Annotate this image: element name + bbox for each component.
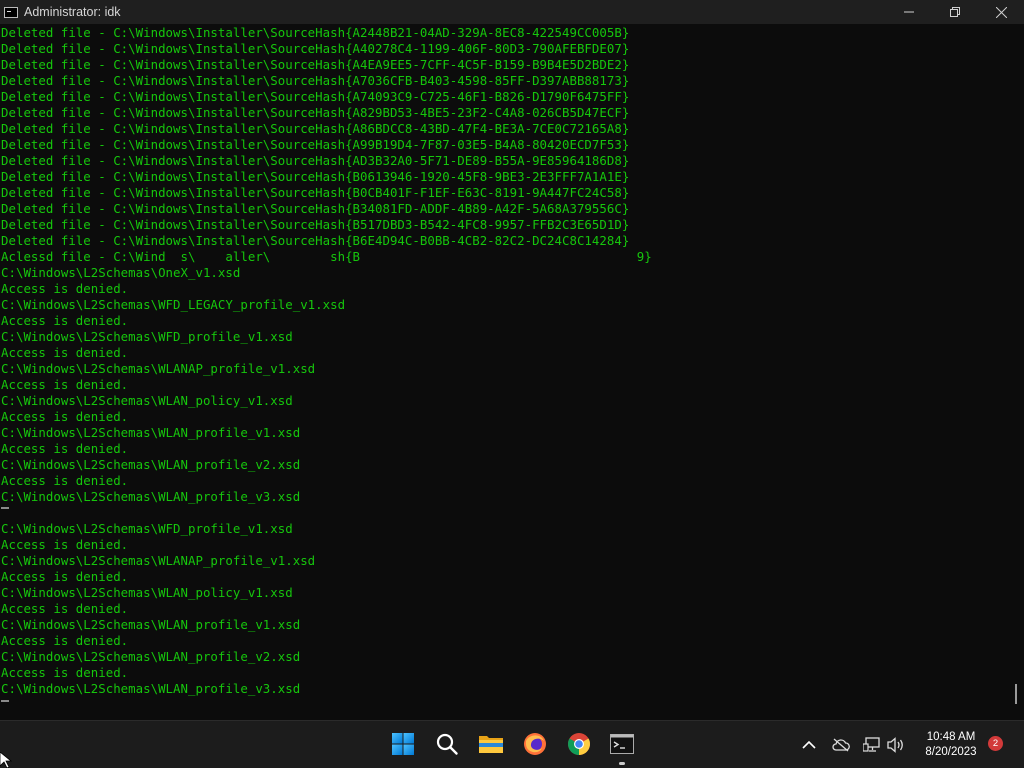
console-line: Access is denied. — [1, 537, 129, 552]
console-line: Deleted file - C:\Windows\Installer\Sour… — [1, 41, 630, 56]
terminal-icon[interactable] — [608, 730, 636, 758]
text-cursor — [1, 507, 9, 509]
text-cursor — [1, 700, 9, 702]
notification-badge[interactable]: 2 — [988, 736, 1003, 751]
minimize-icon — [904, 11, 914, 13]
console-line: Access is denied. — [1, 441, 129, 456]
console-line: C:\Windows\L2Schemas\WFD_profile_v1.xsd — [1, 329, 293, 344]
console-line: Deleted file - C:\Windows\Installer\Sour… — [1, 153, 630, 168]
console-line: Deleted file - C:\Windows\Installer\Sour… — [1, 185, 630, 200]
console-output[interactable]: Deleted file - C:\Windows\Installer\Sour… — [0, 24, 1014, 720]
mouse-cursor-icon — [0, 752, 12, 768]
console-line: Access is denied. — [1, 409, 129, 424]
taskbar: 10:48 AM 8/20/2023 — [0, 720, 1024, 768]
network-icon[interactable] — [862, 735, 882, 755]
console-line: C:\Windows\L2Schemas\WLAN_profile_v3.xsd — [1, 681, 301, 696]
console-line: Access is denied. — [1, 601, 129, 616]
console-app-icon[interactable] — [4, 6, 18, 18]
clock-date: 8/20/2023 — [925, 746, 977, 758]
console-line: Access is denied. — [1, 345, 129, 360]
console-line: Deleted file - C:\Windows\Installer\Sour… — [1, 137, 630, 152]
console-line: Deleted file - C:\Windows\Installer\Sour… — [1, 201, 630, 216]
console-line: Access is denied. — [1, 665, 129, 680]
console-line: C:\Windows\L2Schemas\OneX_v1.xsd — [1, 265, 241, 280]
clock-time: 10:48 AM — [926, 731, 976, 743]
volume-icon[interactable] — [886, 735, 906, 755]
console-line: C:\Windows\L2Schemas\WFD_LEGACY_profile_… — [1, 297, 346, 312]
console-line: Access is denied. — [1, 377, 129, 392]
close-button[interactable] — [978, 0, 1024, 24]
console-line: Deleted file - C:\Windows\Installer\Sour… — [1, 121, 630, 136]
console-line: Deleted file - C:\Windows\Installer\Sour… — [1, 25, 630, 40]
restore-icon — [950, 7, 960, 17]
minimize-button[interactable] — [886, 0, 932, 24]
console-line: C:\Windows\L2Schemas\WLANAP_profile_v1.x… — [1, 361, 316, 376]
console-line: Deleted file - C:\Windows\Installer\Sour… — [1, 73, 630, 88]
firefox-icon[interactable] — [521, 730, 549, 758]
console-line: C:\Windows\L2Schemas\WLAN_profile_v1.xsd — [1, 617, 301, 632]
console-line: Deleted file - C:\Windows\Installer\Sour… — [1, 105, 630, 120]
console-line: C:\Windows\L2Schemas\WLAN_profile_v1.xsd — [1, 425, 301, 440]
chrome-icon[interactable] — [565, 730, 593, 758]
console-line: Access is denied. — [1, 281, 129, 296]
cloud-offline-icon[interactable] — [831, 735, 851, 755]
console-line: C:\Windows\L2Schemas\WLAN_profile_v2.xsd — [1, 457, 301, 472]
close-icon — [995, 6, 1007, 18]
search-icon[interactable] — [433, 730, 461, 758]
title-bar[interactable]: Administrator: idk — [0, 0, 1024, 24]
start-icon[interactable] — [389, 730, 417, 758]
console-line: Access is denied. — [1, 633, 129, 648]
file-explorer-icon[interactable] — [477, 730, 505, 758]
running-indicator — [619, 762, 625, 765]
console-line: C:\Windows\L2Schemas\WLAN_policy_v1.xsd — [1, 585, 293, 600]
console-line: Deleted file - C:\Windows\Installer\Sour… — [1, 57, 630, 72]
console-line: C:\Windows\L2Schemas\WLAN_profile_v2.xsd — [1, 649, 301, 664]
console-line: Access is denied. — [1, 569, 129, 584]
scrollbar-thumb[interactable] — [1015, 684, 1017, 704]
console-line: Deleted file - C:\Windows\Installer\Sour… — [1, 217, 630, 232]
console-line: Access is denied. — [1, 313, 129, 328]
console-line: Access is denied. — [1, 473, 129, 488]
console-line: C:\Windows\L2Schemas\WLAN_profile_v3.xsd — [1, 489, 301, 504]
console-line: C:\Windows\L2Schemas\WFD_profile_v1.xsd — [1, 521, 293, 536]
chevron-up-icon[interactable] — [799, 735, 819, 755]
maximize-button[interactable] — [932, 0, 978, 24]
console-line: Aclessd file - C:\Wind s\ aller\ sh{B 9} — [1, 249, 652, 264]
console-line: Deleted file - C:\Windows\Installer\Sour… — [1, 233, 630, 248]
console-line: C:\Windows\L2Schemas\WLAN_policy_v1.xsd — [1, 393, 293, 408]
console-line: C:\Windows\L2Schemas\WLANAP_profile_v1.x… — [1, 553, 316, 568]
console-line: Deleted file - C:\Windows\Installer\Sour… — [1, 169, 630, 184]
clock[interactable]: 10:48 AM 8/20/2023 — [912, 730, 990, 760]
console-line: Deleted file - C:\Windows\Installer\Sour… — [1, 89, 630, 104]
window-title: Administrator: idk — [24, 5, 121, 19]
